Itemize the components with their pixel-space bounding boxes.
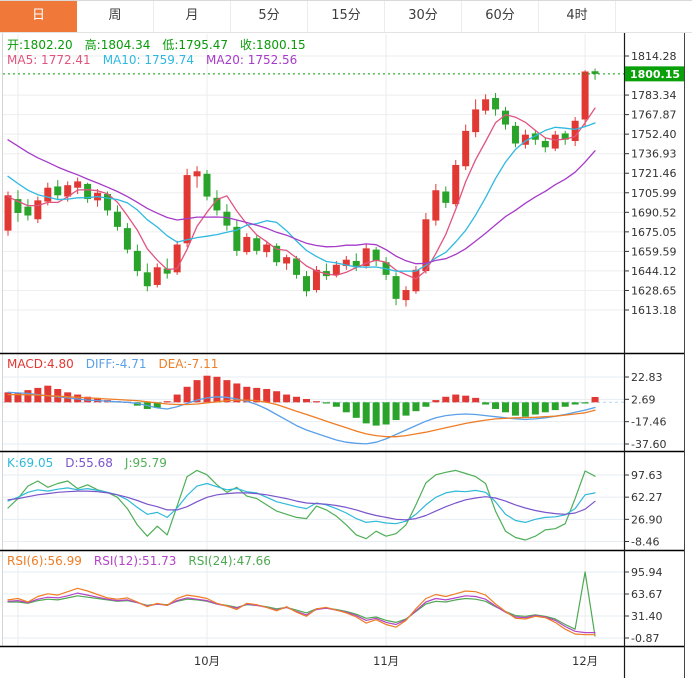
svg-text:1752.40: 1752.40 (631, 128, 677, 141)
svg-text:10月: 10月 (194, 654, 220, 668)
svg-text:1675.05: 1675.05 (631, 226, 677, 239)
rsi12-value: RSI(12):51.73 (93, 554, 177, 568)
svg-text:22.83: 22.83 (631, 371, 663, 384)
svg-text:12月: 12月 (572, 654, 598, 668)
tab-15min[interactable]: 15分 (308, 1, 385, 32)
ma-readout: MA5: 1772.41 MA10: 1759.74 MA20: 1752.56 (7, 53, 309, 67)
j-value: J:95.79 (124, 456, 167, 470)
svg-text:1783.34: 1783.34 (631, 89, 677, 102)
svg-text:11月: 11月 (373, 654, 399, 668)
macd-value: MACD:4.80 (7, 357, 74, 371)
kdj-readout: K:69.05 D:55.68 J:95.79 (7, 456, 179, 470)
svg-text:1690.52: 1690.52 (631, 206, 677, 219)
macd-lines (7, 391, 596, 445)
svg-text:1721.46: 1721.46 (631, 167, 677, 180)
svg-text:97.63: 97.63 (631, 469, 663, 482)
svg-text:1644.12: 1644.12 (631, 265, 677, 278)
tab-week[interactable]: 周 (77, 1, 154, 32)
kdj-lines (7, 469, 596, 541)
svg-text:2.69: 2.69 (631, 393, 656, 406)
svg-text:31.40: 31.40 (631, 610, 663, 623)
svg-text:-37.60: -37.60 (631, 438, 666, 451)
candlestick-chart-canvas[interactable]: 1814.28 1783.34 1767.87 1752.40 1736.93 1721.… (0, 1, 692, 678)
ma5-value: MA5: 1772.41 (7, 53, 91, 67)
high-value: 高:1804.34 (84, 38, 151, 52)
dea-value: DEA:-7.11 (158, 357, 219, 371)
svg-text:26.90: 26.90 (631, 513, 663, 526)
svg-text:1814.28: 1814.28 (631, 50, 677, 63)
rsi6-value: RSI(6):56.99 (7, 554, 82, 568)
price-axis: 1814.28 1783.34 1767.87 1752.40 1736.93 1721.… (623, 33, 685, 678)
svg-text:1659.59: 1659.59 (631, 245, 677, 258)
svg-text:-0.87: -0.87 (631, 632, 659, 645)
macd-readout: MACD:4.80 DIFF:-4.71 DEA:-7.11 (7, 357, 230, 371)
svg-text:1767.87: 1767.87 (631, 109, 677, 122)
rsi-readout: RSI(6):56.99 RSI(12):51.73 RSI(24):47.66 (7, 554, 283, 568)
tab-day[interactable]: 日 (0, 1, 77, 32)
diff-value: DIFF:-4.71 (85, 357, 147, 371)
svg-text:63.67: 63.67 (631, 588, 663, 601)
tab-60min[interactable]: 60分 (462, 1, 539, 32)
svg-text:1705.99: 1705.99 (631, 187, 677, 200)
svg-text:95.94: 95.94 (631, 566, 663, 579)
svg-text:1613.18: 1613.18 (631, 304, 677, 317)
open-value: 开:1802.20 (7, 38, 73, 52)
rsi24-value: RSI(24):47.66 (188, 554, 271, 568)
svg-text:62.27: 62.27 (631, 491, 663, 504)
low-value: 低:1795.47 (162, 38, 229, 52)
svg-text:1736.93: 1736.93 (631, 148, 677, 161)
close-value: 收:1800.15 (240, 38, 306, 52)
d-value: D:55.68 (65, 456, 113, 470)
k-value: K:69.05 (7, 456, 54, 470)
svg-text:1800.15: 1800.15 (630, 68, 680, 81)
tab-month[interactable]: 月 (154, 1, 231, 32)
tab-5min[interactable]: 5分 (231, 1, 308, 32)
x-axis-labels: 10月 11月 12月 (194, 654, 598, 668)
ohlc-readout: 开:1802.20 高:1804.34 低:1795.47 收:1800.15 (7, 36, 318, 53)
tab-30min[interactable]: 30分 (385, 1, 462, 32)
svg-text:1628.65: 1628.65 (631, 284, 677, 297)
tab-4hour[interactable]: 4时 (539, 1, 616, 32)
ma10-value: MA10: 1759.74 (102, 53, 194, 67)
chart-app-window: 日周月 5分 15分 30分 60分 4时 1814.28 1783.34 1767.87 17… (0, 0, 692, 678)
rsi-lines (7, 571, 596, 637)
svg-text:-8.46: -8.46 (631, 536, 659, 549)
timeframe-tab-bar: 日周月 5分 15分 30分 60分 4时 (0, 1, 692, 33)
ma20-value: MA20: 1752.56 (206, 53, 298, 67)
svg-text:-17.46: -17.46 (631, 416, 666, 429)
